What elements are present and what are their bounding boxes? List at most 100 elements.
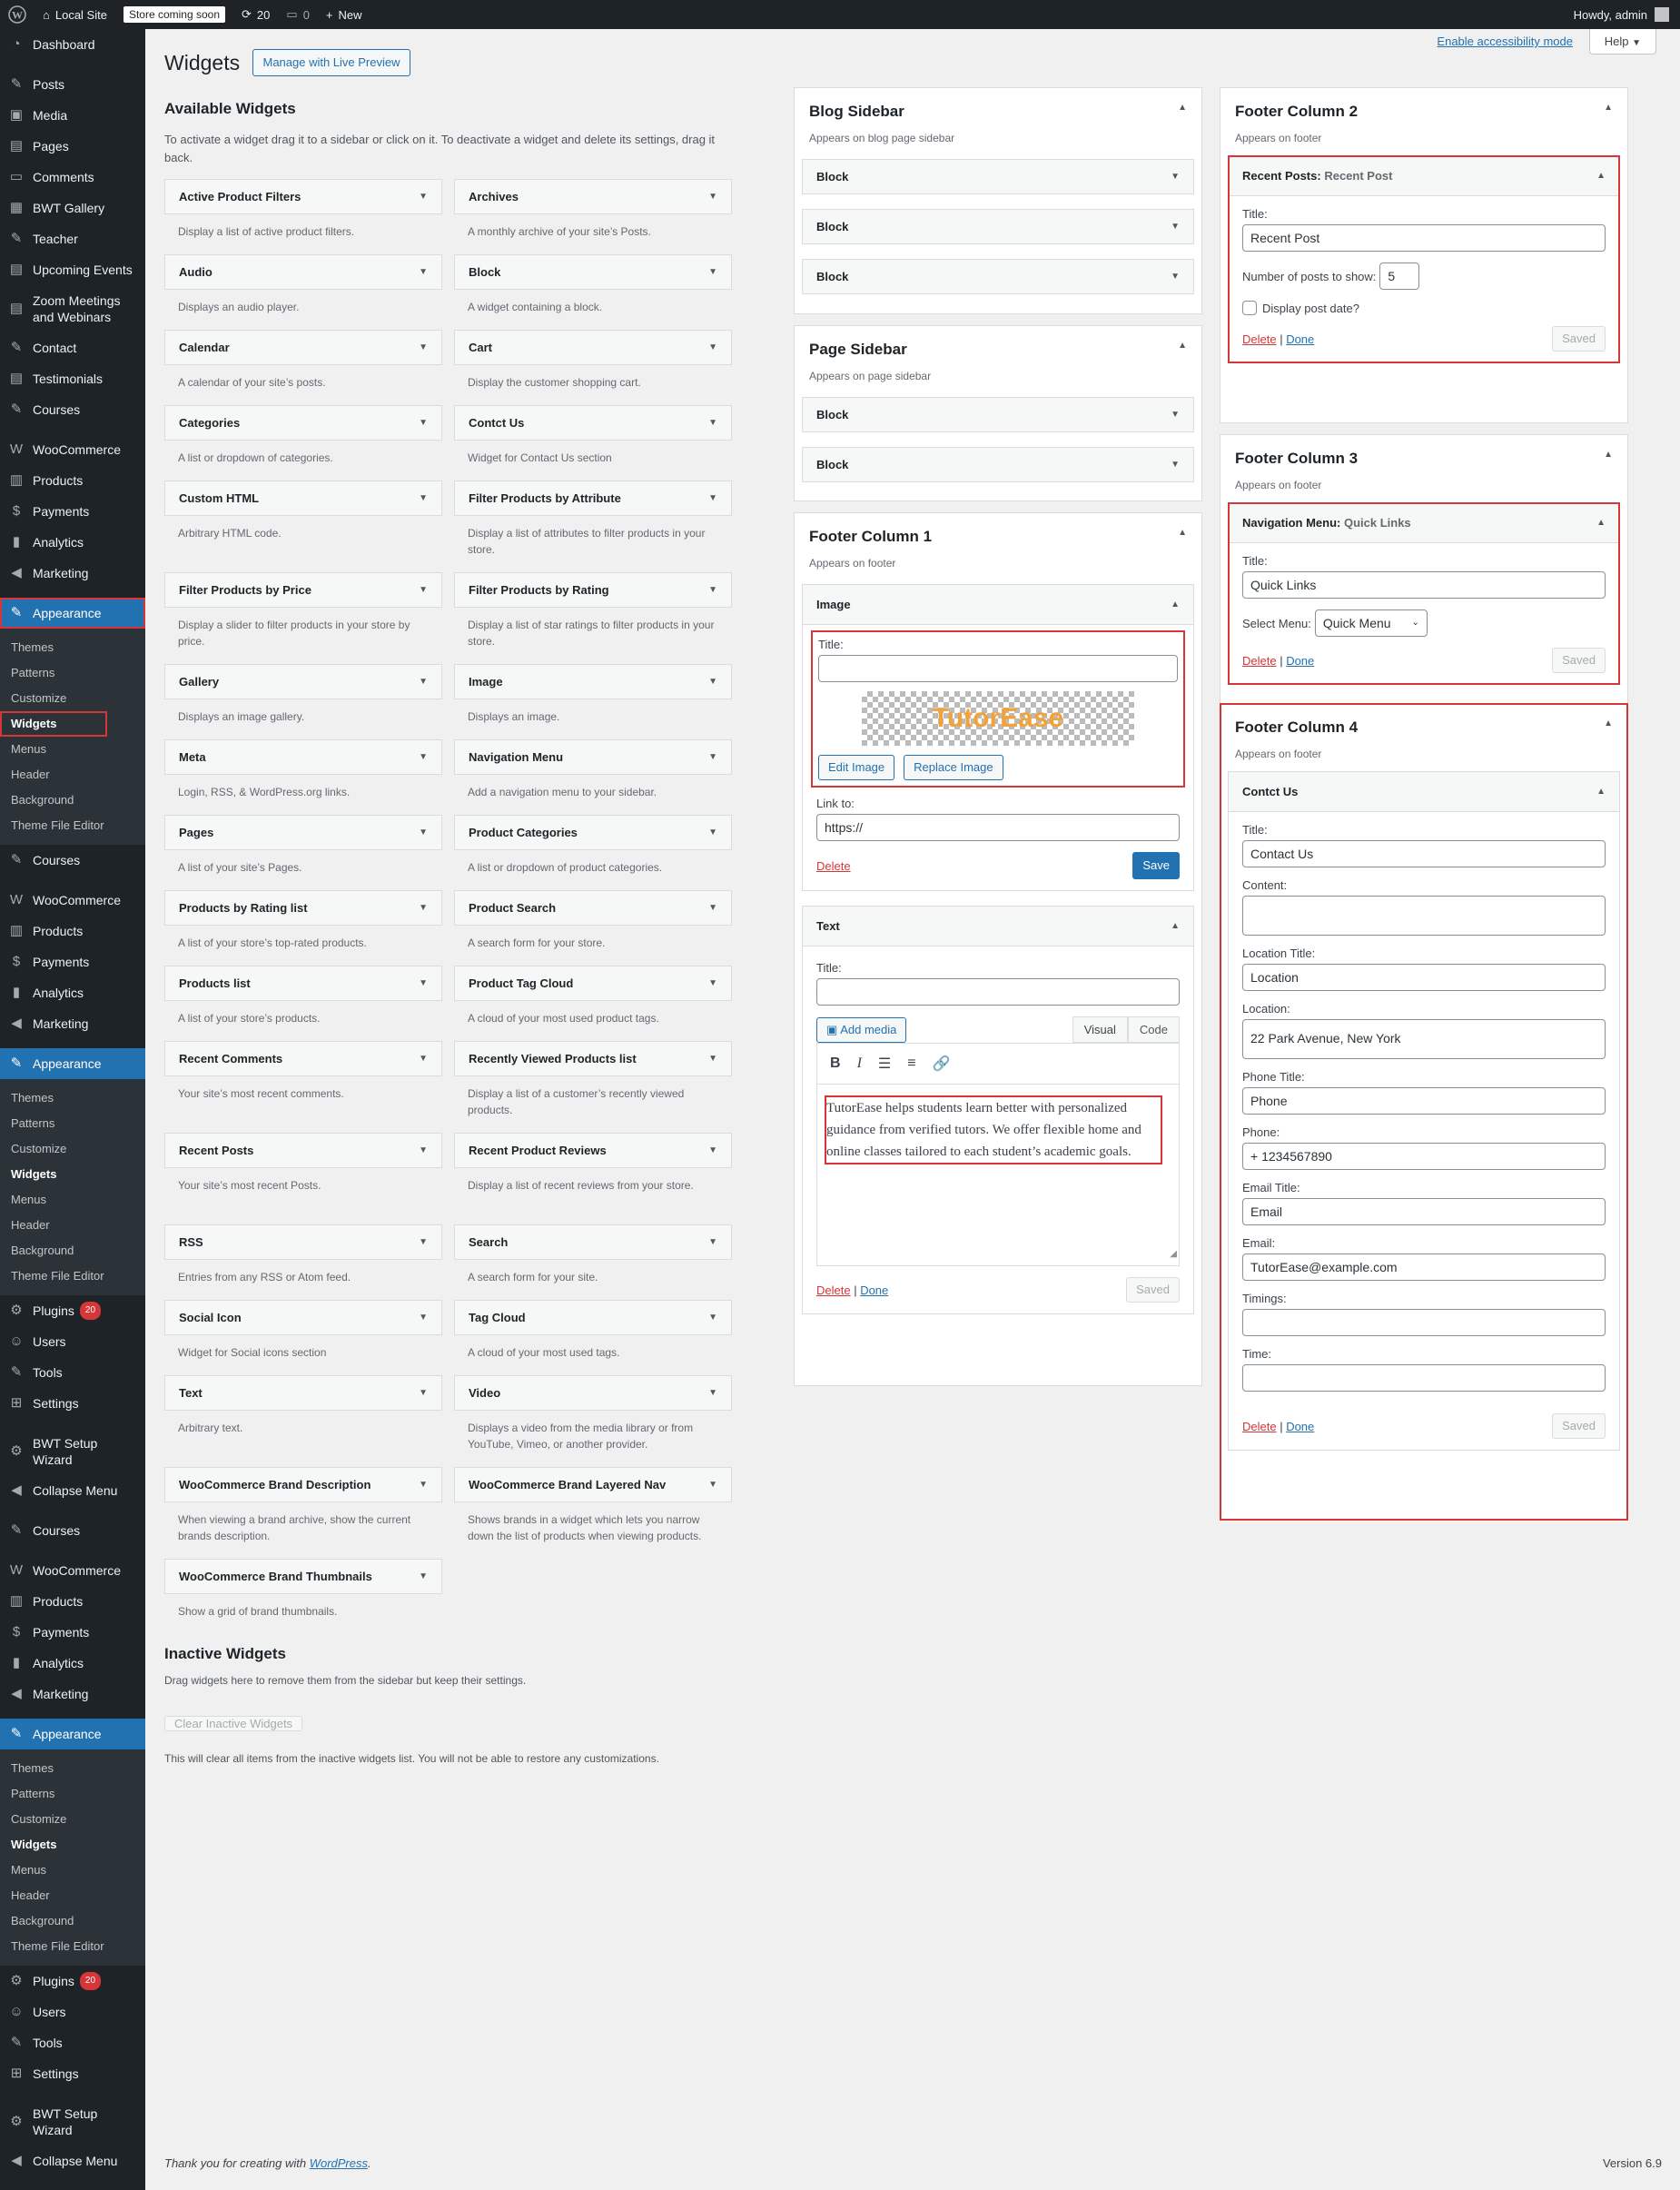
widget-title-bar[interactable]: Filter Products by Rating ▼: [454, 572, 732, 608]
widget-title-bar[interactable]: Navigation Menu ▼: [454, 739, 732, 775]
live-preview-button[interactable]: Manage with Live Preview: [252, 49, 410, 76]
sidebar-item-appearance[interactable]: ✎ Appearance: [0, 1719, 145, 1749]
add-media-button[interactable]: ▣ Add media: [816, 1017, 907, 1043]
submenu-item-header[interactable]: Header: [0, 1213, 145, 1238]
text-editor[interactable]: TutorEase helps students learn better wi…: [816, 1085, 1180, 1266]
tab-visual[interactable]: Visual: [1072, 1016, 1128, 1043]
widget-title-bar[interactable]: Recent Comments ▼: [164, 1041, 442, 1076]
nav-menu-title-input[interactable]: Quick Links: [1242, 571, 1606, 599]
sidebar-item-woocommerce[interactable]: W WooCommerce: [0, 885, 145, 916]
navigation-menu-widget-header[interactable]: Navigation Menu: Quick Links ▲: [1229, 503, 1619, 543]
widget-block[interactable]: Block ▼: [802, 259, 1194, 294]
contact-input[interactable]: Location: [1242, 964, 1606, 991]
widget-title-bar[interactable]: Contct Us ▼: [454, 405, 732, 441]
help-button[interactable]: Help ▼: [1588, 29, 1656, 55]
chevron-up-icon[interactable]: ▲: [1604, 103, 1613, 121]
sidebar-item-courses[interactable]: ✎ Courses: [0, 1515, 145, 1546]
widget-block[interactable]: Block ▼: [802, 159, 1194, 194]
site-name-link[interactable]: ⌂ Local Site: [35, 0, 115, 29]
sidebar-item-appearance[interactable]: ✎ Appearance: [0, 598, 145, 629]
widget-title-bar[interactable]: Text ▼: [164, 1375, 442, 1411]
contact-input[interactable]: Email: [1242, 1198, 1606, 1225]
chevron-up-icon[interactable]: ▲: [1604, 718, 1613, 737]
submenu-item-themes[interactable]: Themes: [0, 1085, 145, 1111]
done-link[interactable]: Done: [1286, 654, 1314, 668]
howdy-user-link[interactable]: Howdy, admin: [1574, 8, 1647, 22]
widget-title-bar[interactable]: Custom HTML ▼: [164, 481, 442, 516]
sidebar-item-woocommerce[interactable]: W WooCommerce: [0, 434, 145, 465]
contact-input[interactable]: Contact Us: [1242, 840, 1606, 867]
wordpress-logo-icon[interactable]: W: [0, 0, 35, 29]
accessibility-mode-link[interactable]: Enable accessibility mode: [1437, 35, 1573, 48]
wordpress-link[interactable]: WordPress: [310, 2156, 368, 2170]
submenu-item-header[interactable]: Header: [0, 1883, 145, 1908]
sidebar-item-bwt-setup-wizard[interactable]: ⚙ BWT Setup Wizard: [0, 1428, 145, 1475]
replace-image-button[interactable]: Replace Image: [904, 755, 1003, 780]
widget-title-bar[interactable]: Recently Viewed Products list ▼: [454, 1041, 732, 1076]
select-menu-dropdown[interactable]: Quick Menu ⌄: [1314, 609, 1428, 637]
widget-title-bar[interactable]: RSS ▼: [164, 1224, 442, 1260]
image-widget-header[interactable]: Image ▲: [803, 585, 1193, 625]
bold-icon[interactable]: B: [830, 1055, 841, 1072]
widget-title-bar[interactable]: Product Tag Cloud ▼: [454, 966, 732, 1001]
sidebar-item-payments[interactable]: $ Payments: [0, 1617, 145, 1648]
widget-title-bar[interactable]: Meta ▼: [164, 739, 442, 775]
contact-textarea[interactable]: [1242, 896, 1606, 936]
saved-button[interactable]: Saved: [1126, 1277, 1180, 1303]
chevron-up-icon[interactable]: ▲: [1178, 528, 1187, 546]
widget-title-bar[interactable]: Tag Cloud ▼: [454, 1300, 732, 1335]
contact-input[interactable]: [1242, 1309, 1606, 1336]
sidebar-item-comments[interactable]: ▭ Comments: [0, 162, 145, 193]
sidebar-item-tools[interactable]: ✎ Tools: [0, 2027, 145, 2058]
submenu-item-header[interactable]: Header: [0, 762, 145, 788]
widget-title-bar[interactable]: Recent Posts ▼: [164, 1133, 442, 1168]
widget-title-bar[interactable]: Audio ▼: [164, 254, 442, 290]
submenu-item-widgets[interactable]: Widgets: [0, 1162, 145, 1187]
updates-link[interactable]: ⟳ 20: [233, 0, 278, 29]
sidebar-item-collapse-menu[interactable]: ◀ Collapse Menu: [0, 1475, 145, 1506]
submenu-item-themes[interactable]: Themes: [0, 635, 145, 660]
contact-input[interactable]: TutorEase@example.com: [1242, 1254, 1606, 1281]
sidebar-item-courses[interactable]: ✎ Courses: [0, 394, 145, 425]
tab-code[interactable]: Code: [1127, 1016, 1180, 1043]
submenu-item-patterns[interactable]: Patterns: [0, 660, 145, 686]
widget-title-bar[interactable]: Archives ▼: [454, 179, 732, 214]
text-title-input[interactable]: [816, 978, 1180, 1006]
contact-input[interactable]: Phone: [1242, 1087, 1606, 1115]
widget-title-bar[interactable]: Gallery ▼: [164, 664, 442, 699]
delete-link[interactable]: Delete: [816, 1283, 851, 1297]
widget-title-bar[interactable]: Filter Products by Attribute ▼: [454, 481, 732, 516]
sidebar-item-analytics[interactable]: ▮ Analytics: [0, 527, 145, 558]
sidebar-item-appearance[interactable]: ✎ Appearance: [0, 1048, 145, 1079]
sidebar-item-analytics[interactable]: ▮ Analytics: [0, 1648, 145, 1679]
widget-title-bar[interactable]: Block ▼: [454, 254, 732, 290]
submenu-item-theme-file-editor[interactable]: Theme File Editor: [0, 813, 145, 838]
widget-title-bar[interactable]: WooCommerce Brand Description ▼: [164, 1467, 442, 1502]
sidebar-item-products[interactable]: ▥ Products: [0, 916, 145, 946]
submenu-item-widgets[interactable]: Widgets: [0, 711, 107, 737]
submenu-item-menus[interactable]: Menus: [0, 1187, 145, 1213]
submenu-item-background[interactable]: Background: [0, 1238, 145, 1263]
delete-link[interactable]: Delete: [1242, 1420, 1277, 1433]
sidebar-item-zoom-meetings-and-webinars[interactable]: ▤ Zoom Meetings and Webinars: [0, 285, 145, 332]
numbered-list-icon[interactable]: ≡: [907, 1055, 915, 1072]
submenu-item-theme-file-editor[interactable]: Theme File Editor: [0, 1934, 145, 1959]
submenu-item-patterns[interactable]: Patterns: [0, 1781, 145, 1807]
widget-title-bar[interactable]: Recent Product Reviews ▼: [454, 1133, 732, 1168]
widget-title-bar[interactable]: Search ▼: [454, 1224, 732, 1260]
sidebar-item-bwt-setup-wizard[interactable]: ⚙ BWT Setup Wizard: [0, 2098, 145, 2145]
delete-link[interactable]: Delete: [1242, 332, 1277, 346]
recent-posts-title-input[interactable]: Recent Post: [1242, 224, 1606, 252]
widget-title-bar[interactable]: Video ▼: [454, 1375, 732, 1411]
widget-title-bar[interactable]: Product Search ▼: [454, 890, 732, 926]
save-button[interactable]: Save: [1132, 852, 1180, 879]
store-status-badge[interactable]: Store coming soon: [115, 0, 233, 29]
widget-title-bar[interactable]: Filter Products by Price ▼: [164, 572, 442, 608]
contact-us-widget-header[interactable]: Contct Us ▲: [1229, 772, 1619, 812]
sidebar-item-media[interactable]: ▣ Media: [0, 100, 145, 131]
sidebar-item-payments[interactable]: $ Payments: [0, 946, 145, 977]
bulleted-list-icon[interactable]: ☰: [878, 1055, 891, 1073]
link-to-input[interactable]: https://: [816, 814, 1180, 841]
widget-title-bar[interactable]: Image ▼: [454, 664, 732, 699]
sidebar-item-plugins[interactable]: ⚙ Plugins 20: [0, 1295, 145, 1326]
